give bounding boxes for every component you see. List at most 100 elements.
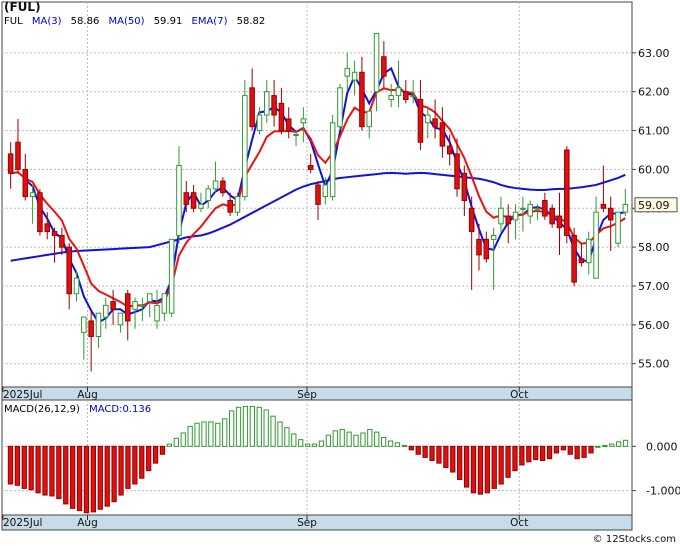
candle-body	[154, 304, 160, 322]
candle-body	[461, 172, 468, 201]
candle-body	[37, 192, 43, 233]
candle-body	[315, 184, 321, 205]
price-tick-label: 58.00	[638, 241, 670, 254]
macd-bar-negative	[35, 445, 41, 494]
candle-body	[220, 180, 226, 194]
macd-bar-positive	[622, 439, 629, 447]
macd-bar-positive	[249, 405, 255, 447]
candle-body	[490, 234, 497, 240]
macd-bar-negative	[429, 445, 435, 461]
macd-bar-positive	[284, 427, 290, 447]
candle-body	[337, 87, 343, 128]
macd-bar-negative	[83, 445, 90, 514]
macd-bar-negative	[63, 445, 69, 505]
macd-bar-negative	[118, 445, 124, 496]
candle-body	[212, 180, 219, 190]
macd-bar-positive	[387, 440, 394, 447]
macd-bar-positive	[173, 437, 179, 447]
macd-bar-negative	[519, 445, 525, 466]
macd-bar-positive	[291, 433, 297, 447]
candle-body	[29, 192, 36, 198]
candle-body	[132, 301, 138, 310]
macd-bar-positive	[304, 443, 311, 447]
candle-up	[615, 211, 621, 248]
macd-bar-positive	[609, 443, 615, 447]
macd-bar-negative	[125, 445, 131, 489]
candle-body	[322, 184, 329, 198]
macd-panel: 0.000 -1.000	[1, 399, 680, 516]
candle-body	[410, 95, 416, 98]
macd-bar-negative	[546, 445, 553, 460]
legend-ma3-value: 58.86	[71, 16, 100, 27]
macd-bar-negative	[512, 445, 518, 472]
macd-bar-positive	[298, 439, 304, 447]
macd-bar-negative	[422, 445, 428, 458]
macd-bar-negative	[132, 445, 138, 485]
macd-bar-negative	[14, 445, 21, 486]
macd-bar-positive	[270, 415, 276, 447]
candle-body	[549, 207, 555, 225]
candle-down	[564, 146, 570, 244]
candle-body	[468, 207, 475, 233]
price-tick-label: 60.00	[638, 163, 670, 176]
footer-credit: © 12Stocks.com	[593, 534, 676, 545]
macd-bar-negative	[574, 445, 580, 460]
chart-title: (FUL)	[4, 0, 41, 14]
macd-bar-positive	[353, 434, 359, 447]
macd-bar-positive	[615, 441, 622, 447]
date-tick-label: Sep	[297, 389, 317, 401]
macd-bar-positive	[346, 431, 352, 447]
candle-body	[403, 91, 409, 100]
candle-up	[329, 115, 336, 201]
macd-bar-positive	[166, 443, 173, 447]
price-legend: FUL MA(3) 58.86 MA(50) 59.91 EMA(7) 58.8…	[4, 16, 265, 27]
candle-body	[198, 203, 204, 209]
macd-bar-positive	[228, 410, 235, 447]
macd-bar-negative	[28, 445, 34, 491]
candle-body	[564, 149, 570, 236]
macd-bar-negative	[159, 445, 166, 455]
candle-body	[300, 118, 307, 124]
price-tick-label: 56.00	[638, 319, 670, 332]
last-price-label: 59.09	[638, 199, 670, 212]
candle-body	[124, 293, 131, 322]
candle-body	[271, 95, 277, 116]
macd-legend-title: MACD(26,12,9)	[4, 404, 80, 415]
candle-body	[95, 312, 102, 337]
macd-bar-negative	[491, 445, 497, 489]
macd-bar-negative	[567, 445, 573, 455]
candle-body	[454, 153, 460, 190]
candle-body	[234, 196, 241, 213]
candle-body	[505, 215, 512, 225]
macd-bar-positive	[381, 436, 387, 447]
candle-body	[22, 168, 29, 198]
candle-down	[571, 227, 577, 286]
macd-bar-negative	[463, 445, 470, 488]
candle-body	[432, 118, 438, 128]
macd-bar-negative	[588, 445, 594, 454]
candle-body	[81, 316, 87, 334]
candle-body	[227, 200, 233, 213]
candle-body	[146, 293, 153, 303]
macd-bar-negative	[7, 445, 14, 485]
candle-body	[117, 312, 124, 326]
macd-bar-negative	[450, 445, 456, 473]
macd-bar-negative	[146, 445, 152, 472]
macd-bar-positive	[360, 432, 366, 447]
macd-bar-negative	[408, 445, 414, 451]
macd-bar-positive	[311, 443, 318, 447]
candle-body	[571, 234, 577, 283]
candle-body	[512, 211, 519, 221]
macd-bar-negative	[533, 445, 539, 461]
macd-legend: MACD(26,12,9) MACD:0.136	[4, 404, 151, 415]
macd-tick-label: -1.000	[646, 485, 680, 498]
macd-bar-negative	[553, 445, 560, 454]
macd-bar-negative	[470, 445, 477, 494]
legend-ma50-value: 59.91	[154, 16, 183, 27]
legend-ema7-value: 58.82	[237, 16, 266, 27]
macd-tick-label: 0.000	[646, 440, 678, 453]
macd-bar-negative	[443, 445, 449, 469]
macd-bar-positive	[201, 421, 207, 447]
candle-body	[285, 118, 292, 132]
macd-bar-negative	[90, 445, 97, 513]
